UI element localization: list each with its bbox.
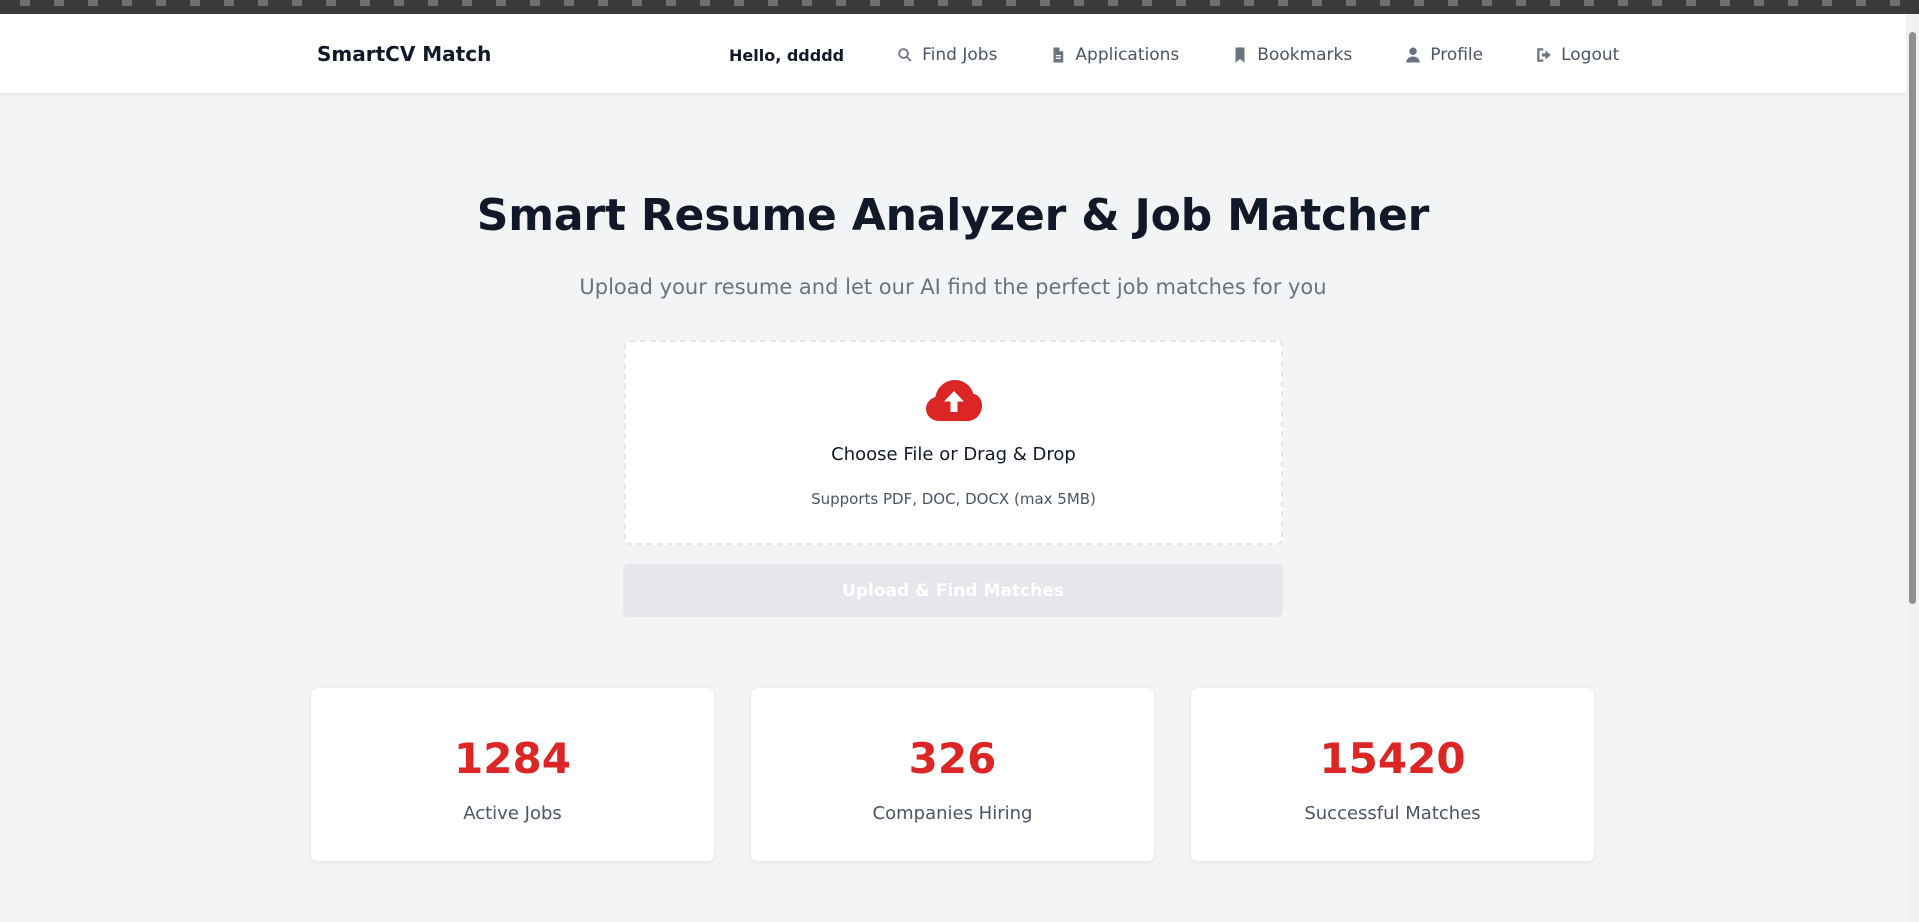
choose-file-label[interactable]: Choose File or Drag & Drop — [626, 444, 1281, 465]
nav-profile[interactable]: Profile — [1404, 45, 1483, 65]
nav-bookmarks[interactable]: Bookmarks — [1231, 45, 1352, 65]
stat-card-companies-hiring: 326 Companies Hiring — [750, 687, 1155, 862]
nav-applications-label: Applications — [1075, 45, 1180, 65]
scrollbar-thumb[interactable] — [1909, 32, 1916, 604]
stat-value: 15420 — [1319, 734, 1466, 783]
navbar: SmartCV Match Hello, ddddd Find Jobs App… — [0, 14, 1906, 94]
resume-dropzone[interactable]: Choose File or Drag & Drop Supports PDF,… — [624, 340, 1283, 545]
nav-applications[interactable]: Applications — [1049, 45, 1179, 65]
stat-value: 1284 — [454, 734, 571, 783]
upload-find-matches-button[interactable]: Upload & Find Matches — [623, 564, 1283, 617]
user-greeting: Hello, ddddd — [729, 45, 845, 65]
browser-top-strip — [0, 0, 1919, 14]
main-nav: Hello, ddddd Find Jobs Applications Book… — [729, 44, 1619, 66]
supported-formats-hint: Supports PDF, DOC, DOCX (max 5MB) — [811, 490, 1096, 508]
bookmark-icon — [1231, 46, 1249, 64]
stat-card-active-jobs: 1284 Active Jobs — [310, 687, 715, 862]
page-subtitle: Upload your resume and let our AI find t… — [579, 275, 1327, 299]
stat-card-successful-matches: 15420 Successful Matches — [1190, 687, 1595, 862]
nav-logout-label: Logout — [1561, 45, 1620, 65]
stat-label: Companies Hiring — [872, 803, 1033, 824]
nav-bookmarks-label: Bookmarks — [1257, 45, 1353, 65]
nav-find-jobs-label: Find Jobs — [922, 45, 998, 65]
nav-profile-label: Profile — [1430, 45, 1484, 65]
logout-icon — [1535, 46, 1553, 64]
search-icon — [896, 46, 914, 64]
brand-logo[interactable]: SmartCV Match — [317, 42, 491, 66]
cloud-upload-icon — [926, 380, 982, 421]
stat-value: 326 — [908, 734, 997, 783]
stat-label: Successful Matches — [1304, 803, 1481, 824]
page-title: Smart Resume Analyzer & Job Matcher — [476, 190, 1430, 241]
nav-find-jobs[interactable]: Find Jobs — [896, 45, 997, 65]
browser-bookmarks-strip — [20, 0, 1900, 6]
nav-logout[interactable]: Logout — [1535, 45, 1619, 65]
document-icon — [1049, 46, 1067, 64]
page-scrollbar[interactable] — [1906, 14, 1919, 922]
user-icon — [1404, 46, 1422, 64]
stat-label: Active Jobs — [463, 803, 562, 824]
